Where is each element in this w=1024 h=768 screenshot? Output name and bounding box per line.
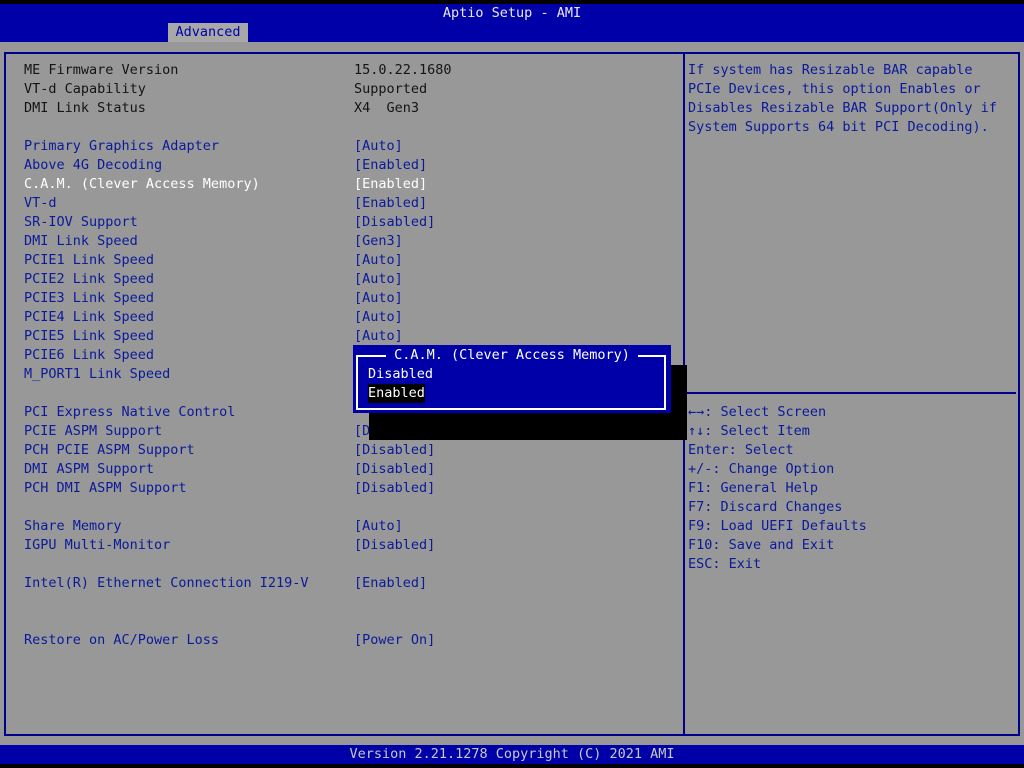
info-row-dmi-link-status: DMI Link Status X4 Gen3 — [24, 99, 674, 118]
setting-label: SR-IOV Support — [24, 214, 138, 230]
setting-value[interactable]: [Enabled] — [354, 175, 427, 194]
info-value: Supported — [354, 81, 428, 97]
key-select-screen: ←→: Select Screen — [688, 404, 827, 420]
setting-label: DMI ASPM Support — [24, 461, 155, 477]
setting-label: PCIE2 Link Speed — [24, 271, 155, 287]
setting-pch-dmi-aspm-support[interactable]: PCH DMI ASPM Support [Disabled] — [24, 479, 674, 498]
help-text: If system has Resizable BAR capable PCIe… — [688, 61, 997, 137]
setting-label: Primary Graphics Adapter — [24, 138, 220, 154]
version-copyright: Version 2.21.1278 Copyright (C) 2021 AMI — [349, 746, 675, 762]
popup-option-disabled[interactable]: Disabled — [368, 365, 433, 384]
setting-pcie1-link-speed[interactable]: PCIE1 Link Speed [Auto] — [24, 251, 674, 270]
info-row-me-firmware: ME Firmware Version 15.0.22.1680 — [24, 61, 674, 80]
info-value: 15.0.22.1680 — [354, 62, 452, 78]
setting-value[interactable]: [Auto] — [354, 308, 403, 327]
setting-pcie5-link-speed[interactable]: PCIE5 Link Speed [Auto] — [24, 327, 674, 346]
setting-value[interactable]: [Gen3] — [354, 232, 403, 251]
setting-sr-iov[interactable]: SR-IOV Support [Disabled] — [24, 213, 674, 232]
key-discard-changes: F7: Discard Changes — [688, 499, 843, 515]
popup-title-wrap: C.A.M. (Clever Access Memory) — [353, 346, 671, 365]
setting-value[interactable]: [Auto] — [354, 327, 403, 346]
setting-value[interactable]: [Disabled] — [354, 479, 435, 498]
setting-value[interactable]: [Auto] — [354, 251, 403, 270]
setting-value[interactable]: [Auto] — [354, 270, 403, 289]
info-row-vtd-capability: VT-d Capability Supported — [24, 80, 674, 99]
setting-primary-graphics-adapter[interactable]: Primary Graphics Adapter [Auto] — [24, 137, 674, 156]
setting-share-memory[interactable]: Share Memory [Auto] — [24, 517, 674, 536]
help-line: Disables Resizable BAR Support(Only if — [688, 100, 997, 116]
setting-label: PCIE4 Link Speed — [24, 309, 155, 325]
help-line: PCIe Devices, this option Enables or — [688, 81, 981, 97]
setting-label: Share Memory — [24, 518, 122, 534]
help-divider — [685, 392, 1016, 394]
setting-pch-pcie-aspm-support[interactable]: PCH PCIE ASPM Support [Disabled] — [24, 441, 674, 460]
key-load-defaults: F9: Load UEFI Defaults — [688, 518, 867, 534]
setting-above-4g-decoding[interactable]: Above 4G Decoding [Enabled] — [24, 156, 674, 175]
key-save-and-exit: F10: Save and Exit — [688, 537, 835, 553]
setting-value[interactable]: [Power On] — [354, 631, 435, 650]
popup-title: C.A.M. (Clever Access Memory) — [386, 347, 638, 363]
setting-label: PCIE5 Link Speed — [24, 328, 155, 344]
setting-value[interactable]: [Enabled] — [354, 194, 427, 213]
setting-label: C.A.M. (Clever Access Memory) — [24, 176, 260, 192]
key-enter-select: Enter: Select — [688, 442, 794, 458]
setting-label: Above 4G Decoding — [24, 157, 163, 173]
setting-value[interactable]: [Enabled] — [354, 156, 427, 175]
setting-value[interactable]: [Auto] — [354, 289, 403, 308]
setting-dmi-aspm-support[interactable]: DMI ASPM Support [Disabled] — [24, 460, 674, 479]
setting-igpu-multi-monitor[interactable]: IGPU Multi-Monitor [Disabled] — [24, 536, 674, 555]
setting-value[interactable]: [Auto] — [354, 137, 403, 156]
setting-label: IGPU Multi-Monitor — [24, 537, 171, 553]
setting-label: PCIE1 Link Speed — [24, 252, 155, 268]
setting-intel-ethernet-i219v[interactable]: Intel(R) Ethernet Connection I219-V [Ena… — [24, 574, 674, 593]
setting-label: PCIE ASPM Support — [24, 423, 163, 439]
setting-dmi-link-speed[interactable]: DMI Link Speed [Gen3] — [24, 232, 674, 251]
tab-advanced[interactable]: Advanced — [168, 23, 248, 42]
setting-label: DMI Link Speed — [24, 233, 138, 249]
setting-value[interactable]: [Disabled] — [354, 536, 435, 555]
key-change-option: +/-: Change Option — [688, 461, 835, 477]
key-exit: ESC: Exit — [688, 556, 762, 572]
setting-label: VT-d — [24, 195, 57, 211]
info-value: X4 Gen3 — [354, 100, 420, 116]
setting-label: Restore on AC/Power Loss — [24, 632, 220, 648]
key-select-item: ↑↓: Select Item — [688, 423, 810, 439]
setting-value[interactable]: [Disabled] — [354, 460, 435, 479]
setting-value[interactable]: [Auto] — [354, 517, 403, 536]
key-general-help: F1: General Help — [688, 480, 819, 496]
setting-pcie2-link-speed[interactable]: PCIE2 Link Speed [Auto] — [24, 270, 674, 289]
info-label: VT-d Capability — [24, 81, 146, 97]
setting-vt-d[interactable]: VT-d [Enabled] — [24, 194, 674, 213]
setting-label: M_PORT1 Link Speed — [24, 366, 171, 382]
setting-value[interactable]: [Disabled] — [354, 441, 435, 460]
setting-label: PCIE6 Link Speed — [24, 347, 155, 363]
popup-option-enabled[interactable]: Enabled — [368, 384, 425, 403]
setting-label: PCH DMI ASPM Support — [24, 480, 187, 496]
setting-value[interactable]: [Disabled] — [354, 213, 435, 232]
key-legend: ←→: Select Screen ↑↓: Select Item Enter:… — [688, 403, 867, 574]
setting-value[interactable]: [D — [354, 422, 370, 441]
setting-pcie4-link-speed[interactable]: PCIE4 Link Speed [Auto] — [24, 308, 674, 327]
setting-label: PCH PCIE ASPM Support — [24, 442, 195, 458]
setting-label: PCI Express Native Control — [24, 404, 236, 420]
info-label: ME Firmware Version — [24, 62, 179, 78]
setting-label: Intel(R) Ethernet Connection I219-V — [24, 575, 309, 591]
help-line: If system has Resizable BAR capable — [688, 62, 973, 78]
setting-cam[interactable]: C.A.M. (Clever Access Memory) [Enabled] — [24, 175, 674, 194]
help-line: System Supports 64 bit PCI Decoding). — [688, 119, 989, 135]
info-label: DMI Link Status — [24, 100, 146, 116]
setting-restore-on-ac-power-loss[interactable]: Restore on AC/Power Loss [Power On] — [24, 631, 674, 650]
setting-value[interactable]: [Enabled] — [354, 574, 427, 593]
setting-pcie3-link-speed[interactable]: PCIE3 Link Speed [Auto] — [24, 289, 674, 308]
app-title: Aptio Setup - AMI — [442, 5, 582, 21]
setting-label: PCIE3 Link Speed — [24, 290, 155, 306]
